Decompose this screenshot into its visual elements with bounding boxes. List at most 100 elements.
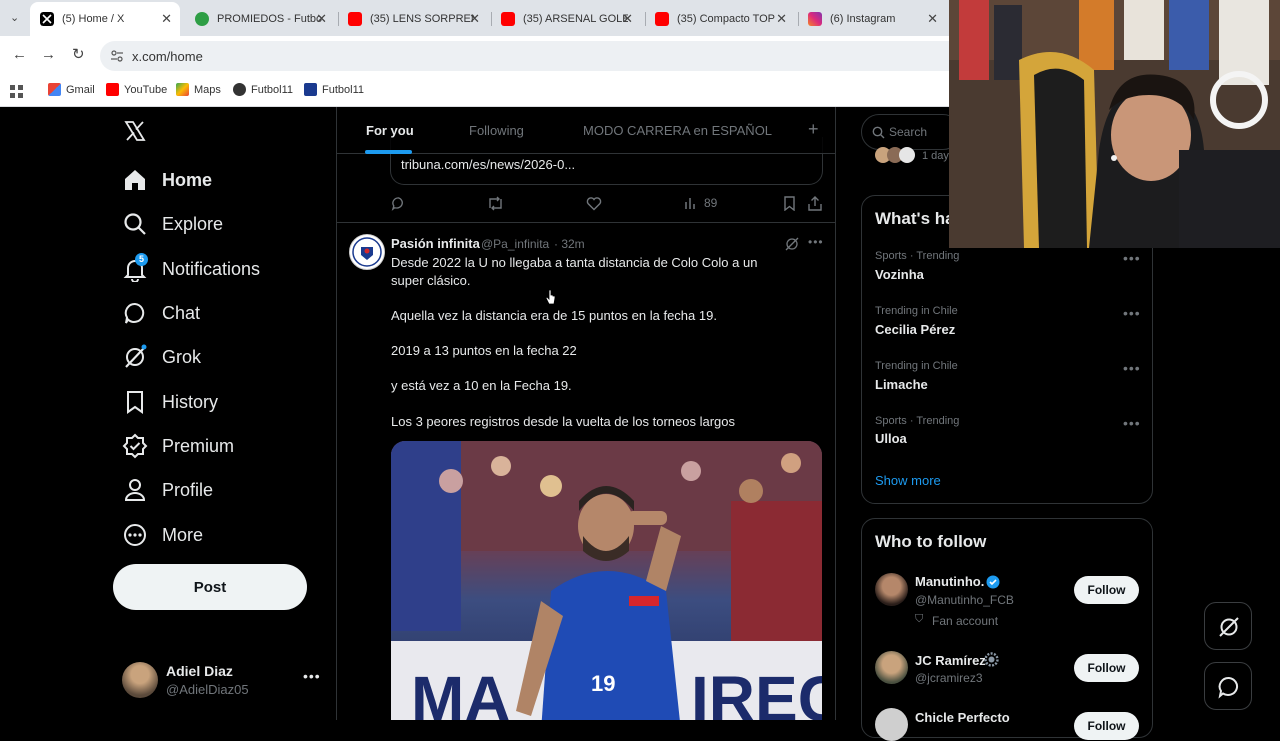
reply-button[interactable]: [391, 196, 406, 211]
tweet-author-avatar[interactable]: [349, 234, 385, 270]
more-icon: [124, 524, 146, 546]
tab-title: (35) LENS SORPRENDE: [370, 13, 475, 25]
views-button[interactable]: 89: [684, 196, 717, 210]
bookmark-youtube[interactable]: YouTube: [106, 83, 167, 96]
grok-floating-button[interactable]: [1204, 602, 1252, 650]
nav-explore[interactable]: Explore: [122, 204, 223, 244]
heart-icon: [586, 197, 602, 211]
trend-meta: Sports · Trending: [875, 250, 960, 262]
tab-x-home[interactable]: (5) Home / X ✕: [30, 2, 180, 36]
avatar[interactable]: [875, 651, 908, 684]
mouse-cursor-icon: [545, 289, 556, 305]
nav-profile[interactable]: Profile: [122, 470, 213, 510]
tweet-author-name[interactable]: Pasión infinita: [391, 236, 480, 251]
tab-close-icon[interactable]: ✕: [622, 11, 633, 27]
follow-button[interactable]: Follow: [1074, 654, 1139, 682]
nav-label: Notifications: [162, 258, 261, 279]
tweet-more-icon[interactable]: •••: [808, 235, 824, 249]
avatar[interactable]: [875, 573, 908, 606]
feed-tab-bar: For you Following MODO CARRERA en ESPAÑO…: [337, 107, 835, 154]
trend-name[interactable]: Cecilia Pérez: [875, 322, 955, 337]
trend-more-icon[interactable]: •••: [1123, 360, 1141, 376]
account-menu-icon[interactable]: •••: [303, 668, 321, 684]
tweet-author-handle[interactable]: @Pa_infinita: [481, 237, 549, 251]
forward-arrow-icon[interactable]: →: [41, 46, 56, 63]
tab-close-icon[interactable]: ✕: [927, 11, 938, 27]
trend-more-icon[interactable]: •••: [1123, 250, 1141, 266]
tab-promiedos[interactable]: PROMIEDOS - Futbol ✕: [185, 4, 335, 34]
timeline: tribuna.com/es/news/2026-0... 89 Pasión …: [336, 107, 836, 720]
nav-label: More: [162, 524, 204, 545]
tab-youtube-compacto[interactable]: (35) Compacto TOP ✕: [645, 4, 795, 34]
instagram-favicon-icon: [808, 12, 822, 26]
x-logo-icon[interactable]: [124, 120, 146, 142]
bookmark-gmail[interactable]: Gmail: [48, 83, 95, 96]
bookmark-futbol11-a[interactable]: Futbol11: [233, 83, 293, 96]
bookmark-label: Maps: [194, 83, 221, 96]
trend-more-icon[interactable]: •••: [1123, 415, 1141, 431]
search-input[interactable]: Search: [861, 114, 961, 150]
tab-for-you[interactable]: For you: [366, 123, 414, 138]
tweet-photo[interactable]: MA IREC 19: [391, 441, 822, 720]
follow-button[interactable]: Follow: [1074, 712, 1139, 740]
suggestion-name[interactable]: Chicle Perfecto: [915, 710, 1010, 725]
suggestion-name[interactable]: JC Ramírez: [915, 653, 986, 668]
like-button[interactable]: [586, 196, 602, 211]
nav-home[interactable]: Home: [122, 160, 212, 200]
tab-youtube-arsenal[interactable]: (35) ARSENAL GOLEO ✕: [491, 4, 641, 34]
nav-chat[interactable]: Chat: [122, 293, 200, 333]
tab-close-icon[interactable]: ✕: [316, 11, 327, 27]
apps-grid-icon[interactable]: [10, 85, 23, 98]
add-list-button[interactable]: +: [808, 119, 819, 140]
tab-close-icon[interactable]: ✕: [469, 11, 480, 27]
post-button[interactable]: Post: [113, 564, 307, 610]
nav-history[interactable]: History: [122, 382, 218, 422]
nav-grok[interactable]: Grok: [122, 337, 201, 377]
tab-title: (35) Compacto TOP: [677, 13, 776, 25]
trend-name[interactable]: Vozinha: [875, 267, 924, 282]
bookmark-icon: [127, 391, 143, 414]
follow-button[interactable]: Follow: [1074, 576, 1139, 604]
messages-floating-button[interactable]: [1204, 662, 1252, 710]
bookmark-maps[interactable]: Maps: [176, 83, 221, 96]
promiedos-favicon-icon: [195, 12, 209, 26]
tab-close-icon[interactable]: ✕: [776, 11, 787, 27]
trend-meta: Sports · Trending: [875, 415, 960, 427]
avatar: [122, 662, 158, 698]
trend-more-icon[interactable]: •••: [1123, 305, 1141, 321]
nav-label: Premium: [162, 435, 235, 456]
tab-youtube-lens[interactable]: (35) LENS SORPRENDE ✕: [338, 4, 488, 34]
share-button[interactable]: [808, 196, 822, 211]
reply-icon: [391, 197, 403, 211]
tab-instagram[interactable]: (6) Instagram ✕: [798, 4, 946, 34]
tab-modo-carrera[interactable]: MODO CARRERA en ESPAÑOL: [583, 123, 772, 138]
verified-icon: [122, 433, 148, 459]
address-bar[interactable]: x.com/home: [100, 41, 950, 71]
tab-close-icon[interactable]: ✕: [161, 11, 172, 27]
suggestion-name[interactable]: Manutinho.: [915, 574, 984, 589]
bookmark-futbol11-b[interactable]: Futbol11: [304, 83, 364, 96]
youtube-favicon-icon: [501, 12, 515, 26]
show-more-link[interactable]: Show more: [875, 473, 941, 488]
nav-premium[interactable]: Premium: [122, 426, 234, 466]
tab-following[interactable]: Following: [469, 123, 524, 138]
account-handle: @AdielDiaz05: [166, 682, 249, 697]
trend-name[interactable]: Limache: [875, 377, 928, 392]
account-switcher[interactable]: Adiel Diaz @AdielDiaz05 •••: [122, 660, 322, 700]
notification-badge: 5: [135, 253, 148, 266]
webcam-overlay: [949, 0, 1280, 248]
reload-icon[interactable]: ↻: [72, 45, 85, 63]
site-info-icon[interactable]: [110, 49, 124, 63]
bookmark-button[interactable]: [783, 196, 796, 211]
trend-name[interactable]: Ulloa: [875, 431, 907, 446]
avatar[interactable]: [875, 708, 908, 741]
footballer-photo-image: MA IREC 19: [391, 441, 822, 720]
repost-button[interactable]: [487, 196, 504, 211]
back-arrow-icon[interactable]: ←: [12, 46, 27, 63]
grok-icon[interactable]: [785, 237, 799, 251]
nav-more[interactable]: More: [122, 515, 203, 555]
tab-search-chevron-icon[interactable]: ⌄: [10, 11, 19, 24]
tweet-text-line: Los 3 peores registros desde la vuelta d…: [391, 414, 735, 429]
tab-title: (35) ARSENAL GOLEO: [523, 13, 628, 25]
tweet-time[interactable]: · 32m: [554, 237, 585, 251]
